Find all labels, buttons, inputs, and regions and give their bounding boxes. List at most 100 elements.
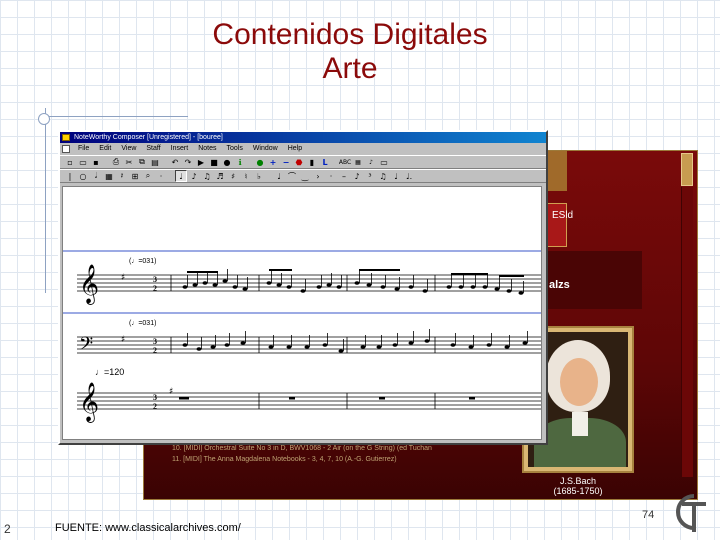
gt-logo bbox=[664, 488, 712, 536]
play-icon[interactable]: ▶ bbox=[195, 156, 207, 168]
stop-icon[interactable]: ■ bbox=[208, 156, 220, 168]
treble-clef-2: 𝄞 bbox=[79, 382, 99, 423]
time-sig-bottom-2: 2 bbox=[153, 346, 157, 355]
window-titlebar[interactable]: NoteWorthy Composer [Unregistered] - [bo… bbox=[60, 132, 546, 143]
grace-icon[interactable]: ♪ bbox=[351, 170, 363, 182]
chord-icon[interactable]: ♩ bbox=[273, 170, 285, 182]
menu-view[interactable]: View bbox=[117, 143, 140, 155]
pointer-icon[interactable]: | bbox=[64, 170, 76, 182]
time-sig-top-3: 3 bbox=[153, 393, 157, 402]
site-scrollbar-thumb[interactable] bbox=[681, 153, 693, 186]
window-title: NoteWorthy Composer [Unregistered] - [bo… bbox=[74, 134, 223, 141]
decorative-line bbox=[40, 116, 188, 117]
beam-group-icon[interactable]: ♫ bbox=[377, 170, 389, 182]
bar-icon[interactable]: ⊞ bbox=[129, 170, 141, 182]
record-icon[interactable]: ● bbox=[221, 156, 233, 168]
minus-icon[interactable]: − bbox=[280, 156, 292, 168]
list-item[interactable]: 11. [MIDI] The Anna Magdalena Notebooks … bbox=[172, 454, 432, 465]
text-icon[interactable]: L bbox=[319, 156, 331, 168]
decorative-line-vertical bbox=[45, 108, 46, 293]
menu-edit[interactable]: Edit bbox=[95, 143, 115, 155]
time-sig-top-1: 3 bbox=[153, 275, 157, 284]
bass-clef: 𝄢 bbox=[79, 334, 93, 359]
menu-notes[interactable]: Notes bbox=[194, 143, 220, 155]
treble-clef-1: 𝄞 bbox=[79, 264, 99, 305]
half-note-icon[interactable]: 𝅗𝅥 bbox=[90, 170, 102, 182]
accent-icon[interactable]: › bbox=[312, 170, 324, 182]
work-list: 10. [MIDI] Orchestral Suite No 3 in D, B… bbox=[172, 443, 432, 465]
staff2-tempo-label: (♩=031) bbox=[129, 320, 156, 327]
sixteenth-icon[interactable]: ♬ bbox=[214, 170, 226, 182]
stem-icon[interactable]: ♩ bbox=[390, 170, 402, 182]
slur-icon[interactable]: ‿ bbox=[299, 170, 311, 182]
stop-sign-icon[interactable]: ⬣ bbox=[293, 156, 305, 168]
time-sig-bottom-3: 2 bbox=[153, 402, 157, 411]
copy-icon[interactable]: ⧉ bbox=[136, 156, 148, 168]
menu-bar: File Edit View Staff Insert Notes Tools … bbox=[60, 143, 546, 155]
noteworthy-composer-window: NoteWorthy Composer [Unregistered] - [bo… bbox=[58, 130, 548, 445]
rest-icon[interactable]: 𝄽 bbox=[116, 170, 128, 182]
composer-name: J.S.Bach bbox=[559, 476, 597, 486]
menu-staff[interactable]: Staff bbox=[142, 143, 164, 155]
open-icon[interactable]: ▭ bbox=[77, 156, 89, 168]
grid-icon[interactable]: ▦ bbox=[103, 170, 115, 182]
abc-icon[interactable]: ABC bbox=[339, 156, 351, 168]
undo-icon[interactable]: ↶ bbox=[169, 156, 181, 168]
svg-text:♯: ♯ bbox=[121, 335, 125, 345]
logo-icon bbox=[676, 494, 706, 532]
flat-icon[interactable]: ♭ bbox=[253, 170, 265, 182]
site-band: alzs bbox=[547, 251, 642, 309]
eighth-note-icon[interactable]: ♪ bbox=[188, 170, 200, 182]
site-tab-text: ESld bbox=[552, 210, 574, 221]
save-icon[interactable]: ▪ bbox=[90, 156, 102, 168]
menu-help[interactable]: Help bbox=[284, 143, 306, 155]
site-tab-red: ESld bbox=[547, 203, 574, 247]
title-line-1: Contenidos Digitales bbox=[212, 18, 488, 51]
slide-number: 2 bbox=[4, 522, 11, 536]
info-icon[interactable]: ℹ bbox=[234, 156, 246, 168]
tie-icon[interactable]: ⌒ bbox=[286, 170, 298, 182]
tenuto-icon[interactable]: – bbox=[338, 170, 350, 182]
marker-icon[interactable]: ▮ bbox=[306, 156, 318, 168]
dotted-icon[interactable]: ♩. bbox=[403, 170, 415, 182]
tempo-marking: ♩=120 bbox=[95, 367, 124, 377]
cut-icon[interactable]: ✂ bbox=[123, 156, 135, 168]
slide-title: Contenidos Digitales Arte bbox=[120, 18, 580, 86]
page-icon[interactable]: ▦ bbox=[352, 156, 364, 168]
quarter-note-icon[interactable]: ♩ bbox=[175, 170, 187, 182]
main-toolbar: ▫ ▭ ▪ ⎙ ✂ ⧉ ▤ ↶ ↷ ▶ ■ ● ℹ ● + − ⬣ ▮ L AB… bbox=[60, 155, 546, 169]
natural-icon[interactable]: ♮ bbox=[240, 170, 252, 182]
tempo-icon[interactable]: ♪ bbox=[365, 156, 377, 168]
site-band-text: alzs bbox=[549, 279, 570, 291]
keyboard-icon[interactable]: ▭ bbox=[378, 156, 390, 168]
whole-note-icon[interactable]: ○ bbox=[77, 170, 89, 182]
document-icon bbox=[62, 145, 70, 153]
add-staff-icon[interactable]: ● bbox=[254, 156, 266, 168]
staff1-tempo-label: (♩=031) bbox=[129, 258, 156, 265]
plus-icon[interactable]: + bbox=[267, 156, 279, 168]
composer-caption: J.S.Bach (1685-1750) bbox=[522, 476, 634, 496]
score-area[interactable]: 𝄞 𝄢 𝄞 ♯ ♯ ♯ 3 2 3 2 3 2 (♩=031) (♩=031) … bbox=[62, 186, 542, 440]
source-caption: FUENTE: www.classicalarchives.com/ bbox=[55, 522, 241, 534]
time-sig-bottom-1: 2 bbox=[153, 284, 157, 293]
menu-tools[interactable]: Tools bbox=[222, 143, 246, 155]
dot-icon[interactable]: · bbox=[155, 170, 167, 182]
score-canvas: 𝄞 𝄢 𝄞 ♯ ♯ ♯ 3 2 3 2 3 2 (♩=031) (♩=031) … bbox=[63, 250, 541, 423]
svg-text:♯: ♯ bbox=[169, 387, 173, 397]
svg-text:♯: ♯ bbox=[121, 273, 125, 283]
paste-icon[interactable]: ▤ bbox=[149, 156, 161, 168]
site-scrollbar-track[interactable] bbox=[681, 187, 693, 477]
print-icon[interactable]: ⎙ bbox=[110, 156, 122, 168]
staccato-icon[interactable]: · bbox=[325, 170, 337, 182]
new-file-icon[interactable]: ▫ bbox=[64, 156, 76, 168]
redo-icon[interactable]: ↷ bbox=[182, 156, 194, 168]
sharp-icon[interactable]: ♯ bbox=[227, 170, 239, 182]
title-line-2: Arte bbox=[322, 52, 378, 85]
menu-file[interactable]: File bbox=[74, 143, 93, 155]
menu-window[interactable]: Window bbox=[249, 143, 282, 155]
menu-insert[interactable]: Insert bbox=[167, 143, 193, 155]
zoom-icon[interactable]: ⌕ bbox=[142, 170, 154, 182]
notes-toolbar: | ○ 𝅗𝅥 ▦ 𝄽 ⊞ ⌕ · ♩ ♪ ♫ ♬ ♯ ♮ ♭ ♩ ⌒ ‿ › ·… bbox=[60, 169, 546, 183]
beam-icon[interactable]: ♫ bbox=[201, 170, 213, 182]
triplet-icon[interactable]: ³ bbox=[364, 170, 376, 182]
